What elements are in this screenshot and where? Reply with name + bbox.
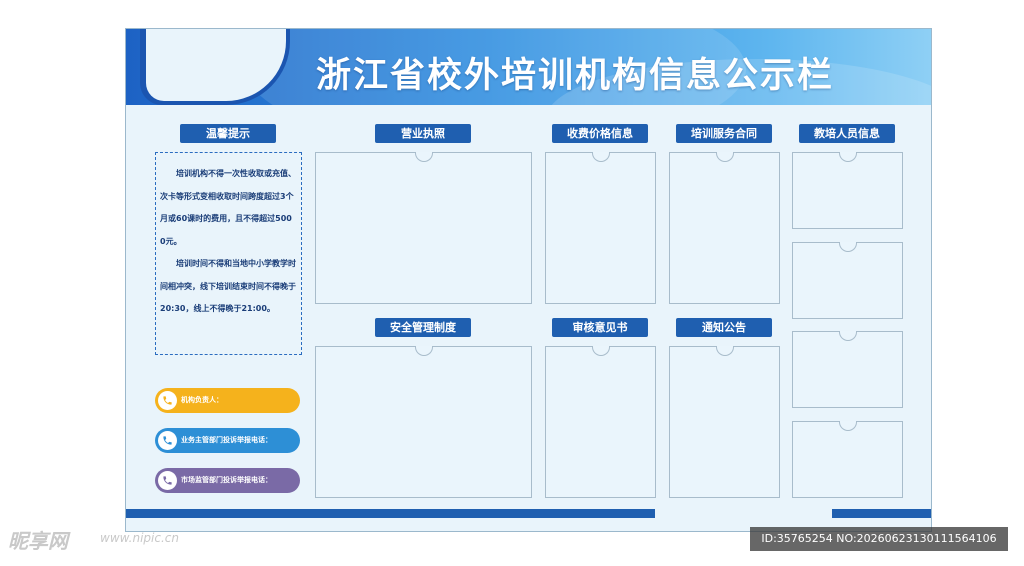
notice-announcement-slot	[669, 346, 780, 498]
notice-paragraph-1: 培训机构不得一次性收取或充值、次卡等形式变相收取时间跨度超过3个月或60课时的费…	[160, 169, 296, 246]
board-title: 浙江省校外培训机构信息公示栏	[316, 56, 835, 96]
safety-management-label: 安全管理制度	[375, 318, 471, 337]
review-opinion-label: 审核意见书	[552, 318, 648, 337]
teacher-info-slot	[792, 331, 903, 408]
contact-person-pill: 机构负责人：	[155, 388, 300, 413]
watermark-id: ID:35765254 NO:20260623130111564106	[750, 527, 1008, 551]
notice-label: 温馨提示	[180, 124, 276, 143]
footer-bar	[832, 509, 931, 518]
teacher-info-slot	[792, 242, 903, 319]
teacher-info-slot	[792, 152, 903, 229]
market-phone-pill: 市场监管部门投诉举报电话：	[155, 468, 300, 493]
slot-notch	[414, 346, 433, 356]
slot-notch	[838, 242, 857, 252]
contact-person-label: 机构负责人：	[181, 396, 223, 404]
header-banner: 浙江省校外培训机构信息公示栏	[126, 29, 931, 105]
phone-icon	[158, 471, 177, 490]
market-phone-label: 市场监管部门投诉举报电话：	[181, 476, 272, 484]
safety-management-slot	[315, 346, 532, 498]
slot-notch	[838, 421, 857, 431]
slot-notch	[414, 152, 433, 162]
service-contract-slot	[669, 152, 780, 304]
fee-info-label: 收费价格信息	[552, 124, 648, 143]
footer-bar	[126, 509, 655, 518]
phone-icon	[158, 391, 177, 410]
teacher-info-label: 教培人员信息	[799, 124, 895, 143]
slot-notch	[591, 346, 610, 356]
notice-paragraph-2: 培训时间不得和当地中小学教学时间相冲突，线下培训结束时间不得晚于20:30，线上…	[160, 259, 296, 313]
notice-box: 培训机构不得一次性收取或充值、次卡等形式变相收取时间跨度超过3个月或60课时的费…	[155, 152, 302, 355]
teacher-info-slot	[792, 421, 903, 498]
watermark-logo: 昵享网	[8, 529, 68, 553]
service-contract-label: 培训服务合同	[676, 124, 772, 143]
fee-info-slot	[545, 152, 656, 304]
slot-notch	[838, 331, 857, 341]
authority-phone-label: 业务主管部门投诉举报电话：	[181, 436, 272, 444]
business-license-slot	[315, 152, 532, 304]
slot-notch	[715, 152, 734, 162]
phone-icon	[158, 431, 177, 450]
slot-notch	[838, 152, 857, 162]
notice-board: 浙江省校外培训机构信息公示栏 温馨提示 培训机构不得一次性收取或充值、次卡等形式…	[125, 28, 932, 532]
notice-announcement-label: 通知公告	[676, 318, 772, 337]
watermark-url: www.nipic.cn	[100, 531, 179, 545]
authority-phone-pill: 业务主管部门投诉举报电话：	[155, 428, 300, 453]
review-opinion-slot	[545, 346, 656, 498]
slot-notch	[591, 152, 610, 162]
business-license-label: 营业执照	[375, 124, 471, 143]
slot-notch	[715, 346, 734, 356]
